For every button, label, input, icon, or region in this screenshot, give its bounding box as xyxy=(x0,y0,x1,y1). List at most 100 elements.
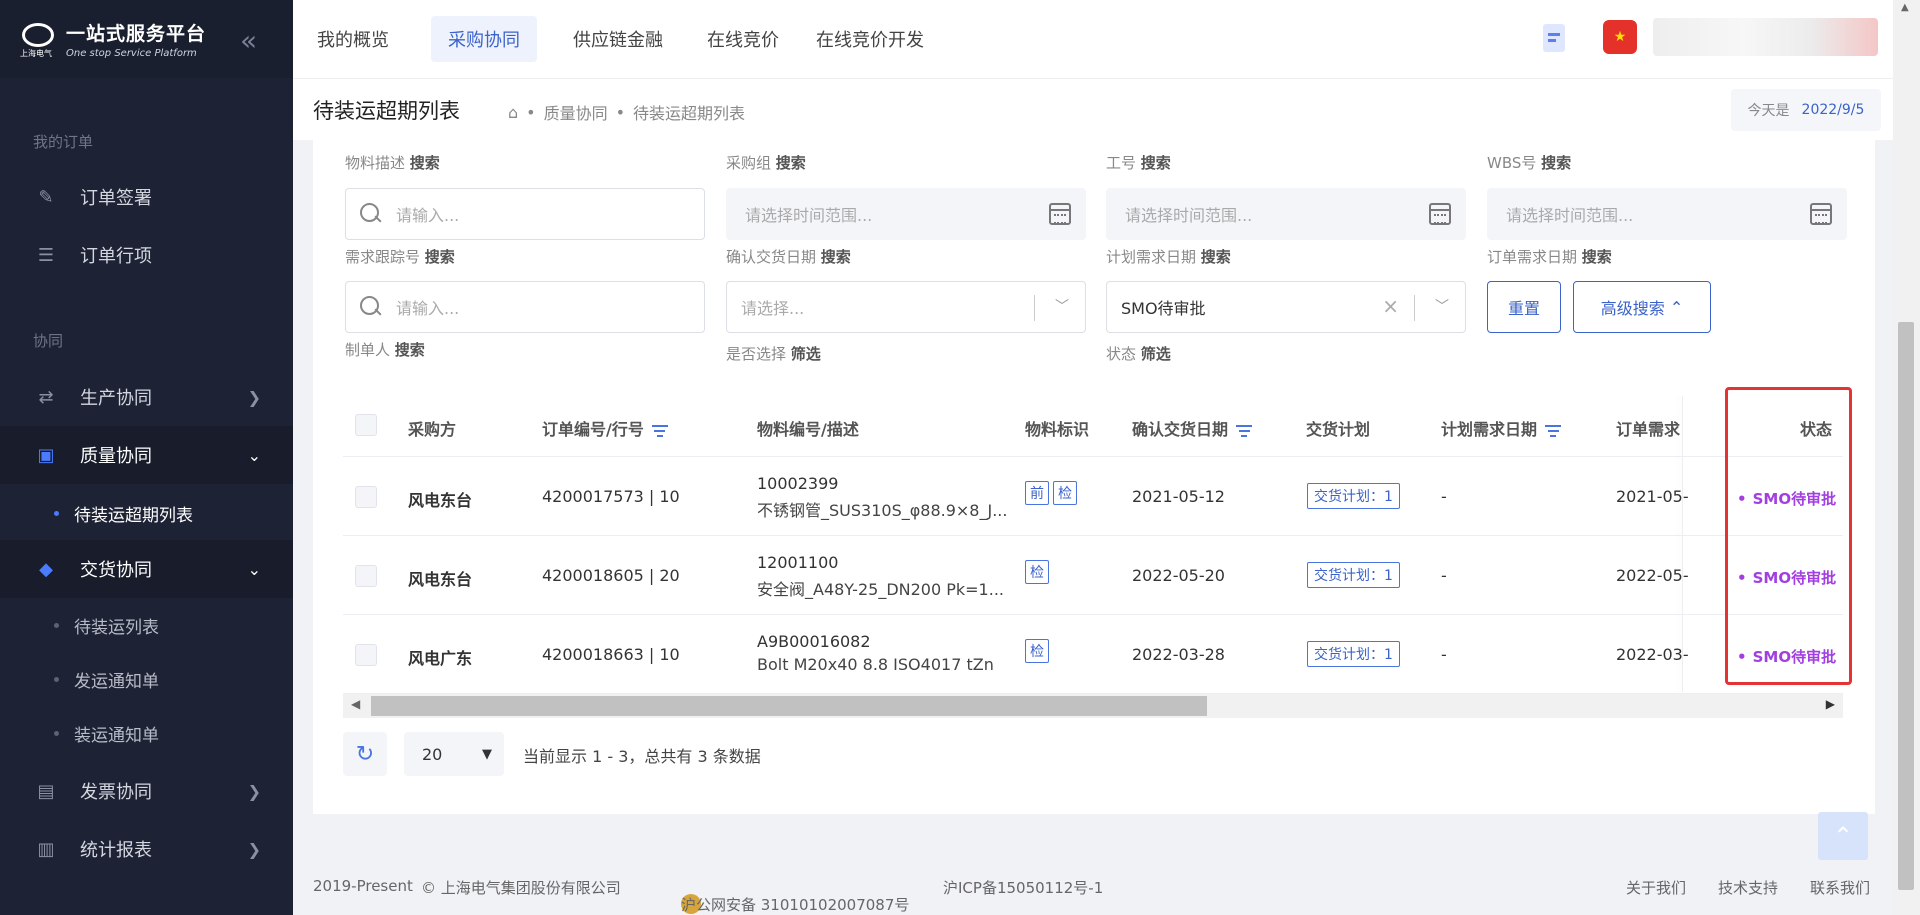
back-to-top-button[interactable]: ⌃ xyxy=(1818,812,1868,860)
collapse-sidebar-icon[interactable]: « xyxy=(240,24,257,57)
footer-icp[interactable]: 沪ICP备15050112号-1 xyxy=(943,877,1103,898)
filter-action[interactable]: 搜索 xyxy=(1582,248,1612,266)
fixed-column-divider xyxy=(1682,396,1683,692)
confirm-date-cell: 2022-03-28 xyxy=(1132,645,1225,664)
tag-inspect: 检 xyxy=(1053,481,1077,505)
scroll-right-icon[interactable]: ▶ xyxy=(1826,697,1835,711)
scroll-left-icon[interactable]: ◀ xyxy=(351,697,360,711)
advanced-search-button[interactable]: 高级搜索 ⌃ xyxy=(1573,281,1711,333)
footer-link-contact[interactable]: 联系我们 xyxy=(1810,877,1870,898)
scrollbar-thumb[interactable] xyxy=(1898,322,1914,890)
filter-action[interactable]: 搜索 xyxy=(410,154,440,172)
search-icon xyxy=(360,296,382,318)
brand-logo-mark: 上海电气 xyxy=(20,21,56,58)
user-info[interactable] xyxy=(1653,18,1878,56)
chevron-up-icon: ⌃ xyxy=(1669,297,1684,317)
order-date-range-picker[interactable]: 请选择时间范围... xyxy=(1487,188,1847,240)
select-all-checkbox[interactable] xyxy=(355,414,377,436)
filter-action[interactable]: 搜索 xyxy=(821,248,851,266)
today-display: 今天是 2022/9/5 xyxy=(1731,89,1881,131)
sidebar-subitem-label: 待装运列表 xyxy=(74,617,159,638)
filter-action[interactable]: 搜索 xyxy=(776,154,806,172)
tag-inspect: 检 xyxy=(1025,560,1049,584)
row-checkbox[interactable] xyxy=(355,486,377,508)
table-horizontal-scrollbar[interactable]: ◀ ▶ xyxy=(343,694,1843,718)
filter-action[interactable]: 搜索 xyxy=(395,341,425,359)
filter-action[interactable]: 搜索 xyxy=(1541,154,1571,172)
tab-procurement[interactable]: 采购协同 xyxy=(431,16,537,62)
confirm-date-cell: 2022-05-20 xyxy=(1132,566,1225,585)
breadcrumb-item[interactable]: 质量协同 xyxy=(544,100,608,124)
reset-button[interactable]: 重置 xyxy=(1487,281,1561,333)
col-confirm-date[interactable]: 确认交货日期 xyxy=(1132,416,1253,440)
scrollbar-thumb[interactable] xyxy=(371,696,1207,716)
sidebar: 上海电气 一站式服务平台 One stop Service Platform «… xyxy=(0,0,293,915)
tab-supply-finance[interactable]: 供应链金融 xyxy=(553,16,683,62)
page-vertical-scrollbar[interactable]: ▲ xyxy=(1893,0,1920,915)
sidebar-item-quality[interactable]: ▣ 质量协同 ⌄ xyxy=(0,426,293,484)
selected-filter-select[interactable]: 请选择... ﹀ xyxy=(726,281,1086,333)
row-checkbox[interactable] xyxy=(355,644,377,666)
tab-overview[interactable]: 我的概览 xyxy=(303,16,403,62)
edit-icon: ✎ xyxy=(38,186,54,208)
filter-icon[interactable] xyxy=(651,422,668,440)
status-filter-select[interactable]: SMO待审批 × ﹀ xyxy=(1106,281,1466,333)
col-plan-date[interactable]: 计划需求日期 xyxy=(1441,416,1562,440)
today-value: 2022/9/5 xyxy=(1801,102,1865,118)
plan-date-range-picker[interactable]: 请选择时间范围... xyxy=(1106,188,1466,240)
filter-action[interactable]: 筛选 xyxy=(1141,345,1171,363)
creator-search-input[interactable]: 请输入... xyxy=(345,281,705,333)
delivery-plan-link[interactable]: 交货计划：1 xyxy=(1307,562,1400,588)
sidebar-section-orders: 我的订单 xyxy=(33,133,94,151)
page-size-select[interactable]: 20 ▼ xyxy=(404,732,504,776)
col-order[interactable]: 订单编号/行号 xyxy=(542,416,668,440)
confirm-date-cell: 2021-05-12 xyxy=(1132,487,1225,506)
filter-label-wbs: WBS号 搜索 xyxy=(1487,154,1572,172)
filter-label-selected: 是否选择 筛选 xyxy=(726,345,821,363)
filter-icon[interactable] xyxy=(1236,422,1253,440)
material-desc: Bolt M20x40 8.8 ISO4017 tZn xyxy=(757,655,994,674)
home-icon[interactable]: ⌂ xyxy=(508,103,518,122)
arrow-up-icon: ⌃ xyxy=(1832,822,1854,850)
sidebar-subitem-overdue[interactable]: 待装运超期列表 xyxy=(0,488,293,538)
footer-link-about[interactable]: 关于我们 xyxy=(1626,877,1686,898)
sidebar-subitem-dispatch[interactable]: 发运通知单 xyxy=(0,654,293,704)
row-checkbox[interactable] xyxy=(355,565,377,587)
sidebar-item-sign[interactable]: ✎ 订单签署 xyxy=(0,168,293,226)
sidebar-item-lines[interactable]: ☰ 订单行项 xyxy=(0,226,293,284)
sidebar-subitem-label: 发运通知单 xyxy=(74,671,159,692)
page-header: 待装运超期列表 ⌂ • 质量协同 • 待装运超期列表 今天是 2022/9/5 xyxy=(293,78,1893,140)
filter-action[interactable]: 搜索 xyxy=(425,248,455,266)
col-buyer: 采购方 xyxy=(408,420,457,439)
footer-link-support[interactable]: 技术支持 xyxy=(1718,877,1778,898)
sidebar-subitem-pending[interactable]: 待装运列表 xyxy=(0,600,293,650)
filter-icon[interactable] xyxy=(1545,422,1562,440)
clear-icon[interactable]: × xyxy=(1382,294,1399,318)
china-flag-icon[interactable]: ★ xyxy=(1603,20,1637,54)
tag-pre: 前 xyxy=(1025,481,1049,505)
refresh-button[interactable]: ↻ xyxy=(343,732,387,776)
order-date-cell: 2022-03- xyxy=(1616,645,1689,664)
scroll-up-icon[interactable]: ▲ xyxy=(1901,2,1909,13)
sidebar-item-report[interactable]: ▥ 统计报表 ❯ xyxy=(0,820,293,878)
footer-company: © 上海电气集团股份有限公司 xyxy=(421,879,621,897)
filter-action[interactable]: 筛选 xyxy=(791,345,821,363)
delivery-plan-link[interactable]: 交货计划：1 xyxy=(1307,641,1400,667)
filter-action[interactable]: 搜索 xyxy=(1201,248,1231,266)
sidebar-item-production[interactable]: ⇄ 生产协同 ❯ xyxy=(0,368,293,426)
document-icon[interactable] xyxy=(1543,24,1565,52)
calendar-icon xyxy=(1429,203,1451,225)
sidebar-item-invoice[interactable]: ▤ 发票协同 ❯ xyxy=(0,762,293,820)
material-code: 10002399 xyxy=(757,474,839,493)
filter-action[interactable]: 搜索 xyxy=(1141,154,1171,172)
confirm-date-range-picker[interactable]: 请选择时间范围... xyxy=(726,188,1086,240)
mark-cell: 前检 xyxy=(1025,481,1081,505)
sidebar-item-delivery[interactable]: ◆ 交货协同 ⌄ xyxy=(0,540,293,598)
tab-bidding[interactable]: 在线竞价 xyxy=(693,16,793,62)
tracking-no-search-input[interactable]: 请输入... xyxy=(345,188,705,240)
filter-label-creator: 制单人 搜索 xyxy=(345,341,425,359)
sidebar-subitem-shipment[interactable]: 装运通知单 xyxy=(0,708,293,758)
sidebar-section-collab: 协同 xyxy=(33,332,64,350)
tab-bidding-dev[interactable]: 在线竞价开发 xyxy=(805,16,935,62)
delivery-plan-link[interactable]: 交货计划：1 xyxy=(1307,483,1400,509)
